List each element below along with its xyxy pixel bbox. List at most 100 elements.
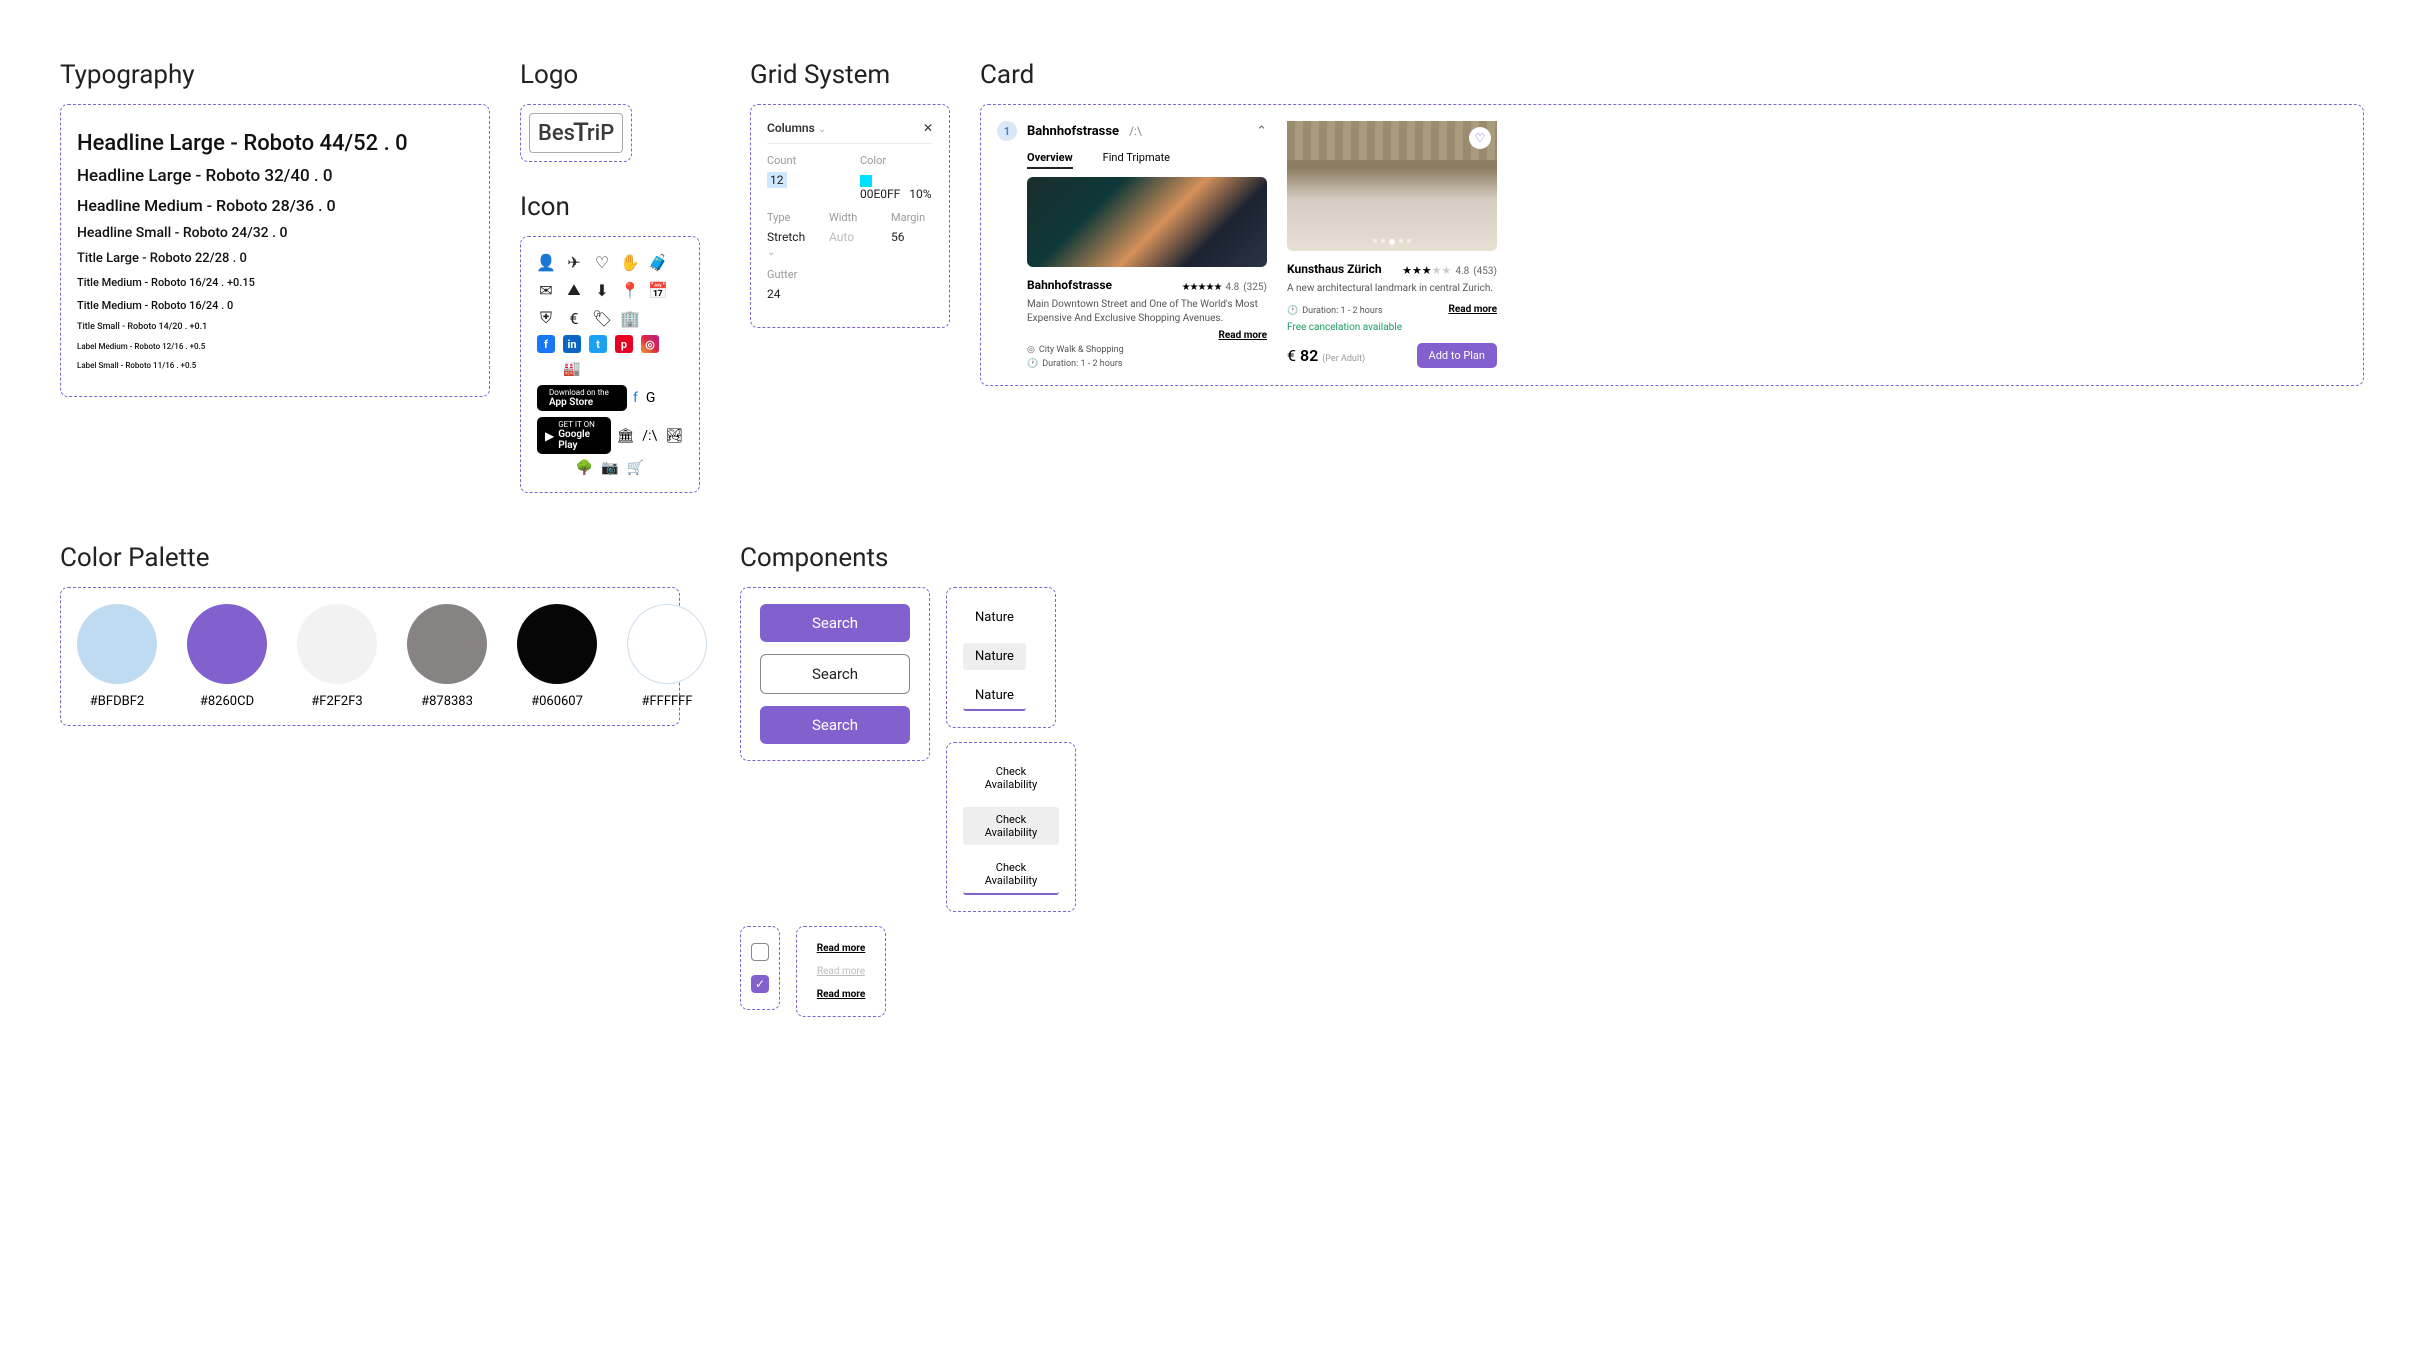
close-icon[interactable]: ✕ — [923, 121, 933, 135]
checkbox-checked[interactable]: ✓ — [751, 975, 769, 993]
palette-section: Color Palette #BFDBF2 #8260CD #F2F2F3 #8… — [60, 543, 680, 1017]
chip-active[interactable]: Nature — [963, 682, 1026, 711]
chevron-down-icon[interactable]: ⌄ — [818, 124, 826, 135]
tag-icon: 🏷 — [593, 309, 611, 327]
clock-icon: 🕐 — [1027, 359, 1038, 369]
cart-icon: 🛒 — [627, 460, 644, 476]
gs-gutter-label: Gutter — [767, 268, 933, 281]
mini-icons-2: 🏛 /:\ 🏞 — [617, 428, 683, 444]
category-icon: ◎ — [1027, 345, 1035, 355]
icon-heading: Icon — [520, 192, 720, 222]
typo-spec-8: Label Medium - Roboto 12/16 . +0.5 — [77, 342, 473, 351]
checkbox-unchecked[interactable] — [751, 943, 769, 961]
appstore-badge[interactable]: Download on theApp Store — [537, 385, 627, 411]
cancelation-text: Free cancelation available — [1287, 322, 1497, 333]
gs-color-label: Color — [860, 154, 933, 167]
chips-group: Nature Nature Nature — [946, 587, 1056, 728]
card1-image — [1027, 177, 1267, 267]
chevron-up-icon[interactable]: ⌃ — [1256, 124, 1267, 139]
monument-icon: /:\ — [642, 428, 657, 444]
gs-type-label: Type — [767, 211, 809, 224]
chip-default[interactable]: Nature — [963, 604, 1026, 631]
poi-card: ♡ Kunsthaus Zürich ★★★★★ 4.8 (453) A new… — [1287, 121, 1497, 369]
chip-hover[interactable]: Nature — [963, 643, 1026, 670]
card-section: Card 1 Bahnhofstrasse /:\ ⌃ Overview Fin… — [980, 60, 2364, 386]
swatch-1: #8260CD — [187, 604, 267, 709]
chevron-down-icon[interactable]: ⌄ — [767, 247, 775, 258]
search-button-outline[interactable]: Search — [760, 654, 910, 694]
gs-columns-label[interactable]: Columns — [767, 121, 815, 135]
itinerary-card: 1 Bahnhofstrasse /:\ ⌃ Overview Find Tri… — [997, 121, 1267, 369]
typography-section: Typography Headline Large - Roboto 44/52… — [60, 60, 490, 397]
trash-icon: 🗑 — [537, 361, 555, 379]
facebook-icon: f — [537, 335, 555, 353]
typo-spec-6: Title Medium - Roboto 16/24 . 0 — [77, 299, 473, 312]
download-icon: ⬇ — [593, 281, 611, 299]
gs-margin-label: Margin — [891, 211, 933, 224]
readmore-link[interactable]: Read more — [1448, 304, 1497, 315]
step-badge: 1 — [997, 121, 1017, 141]
gs-count-value[interactable]: 12 — [767, 172, 787, 188]
check-avail-active[interactable]: Check Availability — [963, 855, 1059, 895]
card-heading: Card — [980, 60, 2364, 90]
readmore-group: Read more Read more Read more — [796, 926, 886, 1017]
gs-color-swatch[interactable] — [860, 175, 872, 187]
search-button-primary-2[interactable]: Search — [760, 706, 910, 744]
swatch-3: #878383 — [407, 604, 487, 709]
gs-margin-value[interactable]: 56 — [891, 230, 933, 244]
heart-icon: ♡ — [593, 253, 611, 271]
gs-type-value[interactable]: Stretch — [767, 230, 805, 244]
check-avail-default[interactable]: Check Availability — [963, 759, 1059, 797]
card1-count: (325) — [1243, 282, 1267, 293]
logo: Bes T riP — [529, 113, 623, 153]
park-icon: 🏞 — [665, 428, 683, 444]
favorite-button[interactable]: ♡ — [1469, 127, 1491, 149]
euro-icon: € — [565, 309, 583, 327]
user-icon: 👤 — [537, 253, 555, 271]
gs-color-value: 00E0FF — [860, 187, 900, 201]
palette-heading: Color Palette — [60, 543, 680, 573]
check-avail-hover[interactable]: Check Availability — [963, 807, 1059, 845]
card2-count: (453) — [1473, 266, 1497, 277]
bank-icon: 🏛 — [617, 428, 635, 444]
readmore-default[interactable]: Read more — [817, 943, 866, 954]
card1-desc: Main Downtown Street and One of The Worl… — [1027, 298, 1267, 326]
pinterest-icon: p — [615, 335, 633, 353]
readmore-disabled: Read more — [817, 966, 865, 977]
gridsystem-heading: Grid System — [750, 60, 950, 90]
carousel-dots[interactable] — [1373, 239, 1411, 245]
typography-heading: Typography — [60, 60, 490, 90]
swatch-5: #FFFFFF — [627, 604, 707, 709]
social-row: f in t p ◎ 🗑 🏭 — [537, 335, 683, 379]
search-button-primary[interactable]: Search — [760, 604, 910, 642]
readmore-link[interactable]: Read more — [1027, 330, 1267, 341]
gs-count-label: Count — [767, 154, 840, 167]
grid-system-section: Grid System Columns ⌄ ✕ Count 12 Color 0… — [750, 60, 950, 328]
google-small-icon: G — [646, 390, 656, 406]
swatch-4: #060607 — [517, 604, 597, 709]
building-icon: 🏢 — [621, 309, 639, 327]
gs-width-label: Width — [829, 211, 871, 224]
currency: € — [1287, 346, 1296, 365]
stars-icon: ★★★★★ — [1182, 282, 1222, 293]
add-to-plan-button[interactable]: Add to Plan — [1417, 343, 1497, 368]
grid-system-panel: Columns ⌄ ✕ Count 12 Color 00E0FF 10% Ty… — [750, 104, 950, 328]
logo-box: Bes T riP — [520, 104, 632, 162]
typography-box: Headline Large - Roboto 44/52 . 0 Headli… — [60, 104, 490, 397]
logo-part1: Bes — [538, 121, 575, 146]
typo-spec-2: Headline Medium - Roboto 28/36 . 0 — [77, 196, 473, 215]
swatch-0: #BFDBF2 — [77, 604, 157, 709]
mini-icons-3: 🌳 📷 🛒 — [537, 460, 683, 476]
icon-box: 👤 ✈ ♡ ✋ 🧳 ✉ ⛰ ⬇ 📍 📅 ⛨ € 🏷 🏢 f in t p — [520, 236, 700, 493]
calendar-icon: 📅 — [649, 281, 667, 299]
googleplay-badge[interactable]: ▶ GET IT ONGoogle Play — [537, 417, 611, 454]
price: 82 — [1300, 346, 1318, 365]
readmore-active[interactable]: Read more — [817, 989, 866, 1000]
plane-icon: ✈ — [565, 253, 583, 271]
tab-overview[interactable]: Overview — [1027, 151, 1073, 169]
gs-gutter-value[interactable]: 24 — [767, 287, 933, 301]
tab-tripmate[interactable]: Find Tripmate — [1103, 151, 1170, 169]
card1-title: Bahnhofstrasse — [1027, 124, 1119, 139]
suitcase-icon: 🧳 — [649, 253, 667, 271]
logo-heading: Logo — [520, 60, 720, 90]
